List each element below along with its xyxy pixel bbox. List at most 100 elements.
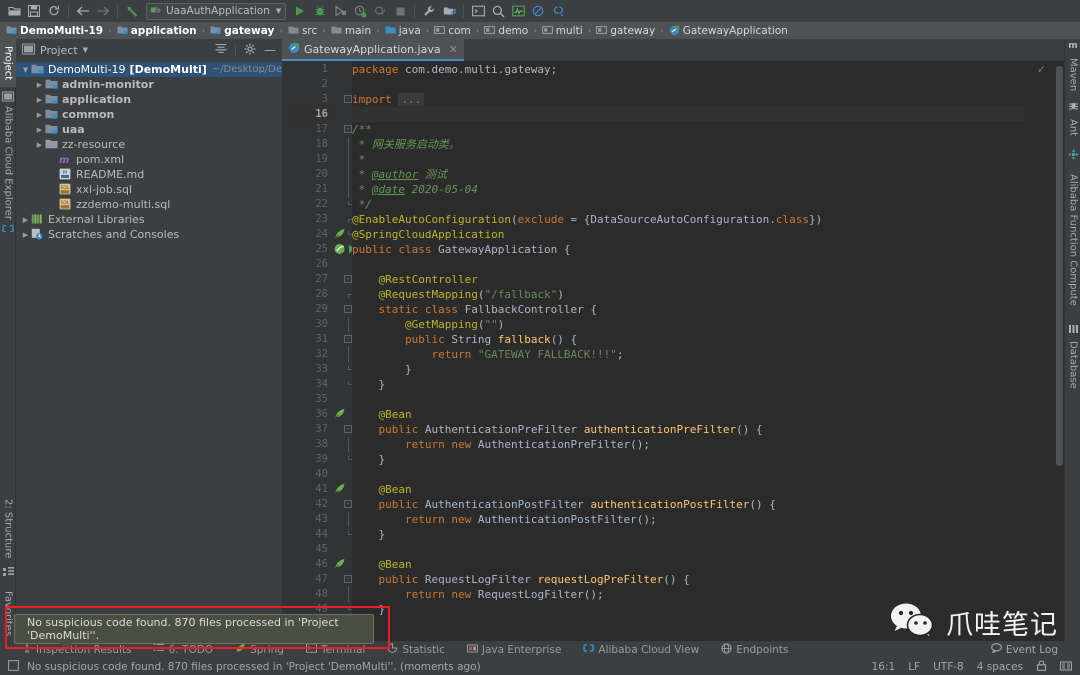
- tree-node-application[interactable]: ▶ application: [16, 92, 282, 107]
- monitor-icon[interactable]: [508, 1, 528, 21]
- code-line[interactable]: static class FallbackController {: [352, 302, 598, 317]
- file-encoding[interactable]: UTF-8: [933, 661, 964, 673]
- bottom-tab-java-enterprise[interactable]: Java Enterprise: [466, 643, 561, 656]
- sidebar-item-project[interactable]: Project: [0, 39, 16, 87]
- code-line[interactable]: public AuthenticationPostFilter authenti…: [352, 497, 776, 512]
- sidebar-item-ant[interactable]: Ant: [1065, 115, 1080, 141]
- open-folder-icon[interactable]: [4, 1, 24, 21]
- code-line[interactable]: return new AuthenticationPreFilter();: [352, 437, 650, 452]
- attach-process-icon[interactable]: [370, 1, 390, 21]
- breadcrumb-item-gateway[interactable]: gateway: [596, 25, 655, 37]
- sidebar-item-function-compute[interactable]: Alibaba Function Compute: [1065, 165, 1080, 315]
- build-icon[interactable]: [419, 1, 439, 21]
- fold-collapse-icon[interactable]: -: [344, 335, 352, 343]
- chevron-down-icon[interactable]: ▼: [276, 7, 281, 15]
- status-bar-message[interactable]: No suspicious code found. 870 files proc…: [27, 661, 481, 673]
- build-project-icon[interactable]: [439, 1, 459, 21]
- code-content[interactable]: package com.demo.multi.gateway; import ..…: [352, 61, 1024, 644]
- tree-node-scratches-and-consoles[interactable]: ▶ Scratches and Consoles: [16, 227, 282, 242]
- breadcrumb-item-src[interactable]: src: [288, 25, 317, 37]
- breadcrumb-item-demomulti-19[interactable]: DemoMulti-19: [6, 25, 103, 37]
- tree-node-demomulti-19[interactable]: ▼ DemoMulti-19[DemoMulti] ~/Desktop/DemoMu: [16, 62, 282, 77]
- gear-icon[interactable]: [244, 43, 256, 58]
- inspection-profile-icon[interactable]: [1060, 660, 1072, 674]
- code-line[interactable]: @RestController: [352, 272, 478, 287]
- collapse-all-icon[interactable]: [215, 43, 227, 57]
- fold-collapse-icon[interactable]: -: [344, 125, 352, 133]
- chevron-right-icon[interactable]: ▶: [34, 96, 45, 104]
- code-line[interactable]: @EnableAutoConfiguration(exclude = {Data…: [352, 212, 822, 227]
- breadcrumb-item-multi[interactable]: multi: [541, 25, 583, 37]
- code-line[interactable]: return new RequestLogFilter();: [352, 587, 604, 602]
- run-configuration-selector[interactable]: UaaAuthApplication ▼: [146, 2, 287, 20]
- code-line[interactable]: public AuthenticationPreFilter authentic…: [352, 422, 763, 437]
- code-editor[interactable]: 1 2 3 16 17 18 19 20 21 22 23 24 25 26 27 28 29 30 31 32 33 3…: [282, 61, 1064, 644]
- tree-node-admin-monitor[interactable]: ▶ admin-monitor: [16, 77, 282, 92]
- sidebar-item-structure[interactable]: 2: Structure: [0, 494, 16, 564]
- minimize-icon[interactable]: —: [264, 44, 276, 56]
- sidebar-item-database[interactable]: Database: [1065, 339, 1080, 391]
- sidebar-item-maven[interactable]: Maven: [1065, 55, 1080, 95]
- breadcrumb-item-application[interactable]: application: [117, 25, 197, 37]
- terminal-icon[interactable]: [468, 1, 488, 21]
- chevron-right-icon[interactable]: ▶: [34, 81, 45, 89]
- tree-node-readme-md[interactable]: M README.md: [16, 167, 282, 182]
- code-line[interactable]: return new AuthenticationPostFilter();: [352, 512, 657, 527]
- search-everywhere-icon[interactable]: [488, 1, 508, 21]
- code-line[interactable]: * 网关服务启动类。: [352, 137, 460, 152]
- fold-collapse-icon[interactable]: -: [344, 305, 352, 313]
- code-line[interactable]: }: [352, 527, 385, 542]
- spring-bean-gutter-icon[interactable]: [334, 558, 347, 571]
- code-line[interactable]: @GetMapping(""): [352, 317, 504, 332]
- link-icon[interactable]: [548, 1, 568, 21]
- chevron-right-icon[interactable]: ▶: [34, 141, 45, 149]
- code-line[interactable]: public String fallback() {: [352, 332, 577, 347]
- breadcrumb-item-com[interactable]: com: [434, 25, 471, 37]
- code-line[interactable]: @Bean: [352, 557, 412, 572]
- code-line[interactable]: public RequestLogFilter requestLogPreFil…: [352, 572, 690, 587]
- bottom-tab-alibaba-cloud-view[interactable]: Alibaba Cloud View: [583, 643, 699, 656]
- code-line[interactable]: */: [352, 197, 372, 212]
- breadcrumb-item-gatewayapplication[interactable]: GatewayApplication: [669, 25, 788, 37]
- run-icon[interactable]: [290, 1, 310, 21]
- project-tree[interactable]: ▼ DemoMulti-19[DemoMulti] ~/Desktop/DemoMu…: [16, 61, 282, 644]
- code-line[interactable]: }: [352, 452, 385, 467]
- last-edit-location-icon[interactable]: [122, 1, 142, 21]
- lock-icon[interactable]: [1036, 659, 1047, 674]
- profile-icon[interactable]: [350, 1, 370, 21]
- code-line[interactable]: * @date 2020-05-04: [352, 182, 478, 197]
- editor-tab-gateway-application[interactable]: GatewayApplication.java ✕: [282, 39, 464, 61]
- sidebar-item-alibaba-cloud-explorer[interactable]: Alibaba Cloud Explorer: [0, 106, 16, 220]
- code-line[interactable]: @RequestMapping("/fallback"): [352, 287, 564, 302]
- code-line[interactable]: import ...: [352, 92, 425, 107]
- editor-vertical-scrollbar[interactable]: [1056, 66, 1063, 466]
- tree-node-zzdemo-multi-sql[interactable]: SQL zzdemo-multi.sql: [16, 197, 282, 212]
- fold-collapse-icon[interactable]: -: [344, 575, 352, 583]
- code-line[interactable]: /**: [352, 122, 372, 137]
- code-line[interactable]: }: [352, 362, 412, 377]
- code-line[interactable]: return "GATEWAY FALLBACK!!!";: [352, 347, 623, 362]
- indent-setting[interactable]: 4 spaces: [977, 661, 1023, 673]
- stop-icon[interactable]: [390, 1, 410, 21]
- chevron-down-icon[interactable]: ▼: [83, 46, 88, 54]
- sync-icon[interactable]: [44, 1, 64, 21]
- tree-node-zz-resource[interactable]: ▶ zz-resource: [16, 137, 282, 152]
- inspection-status-icon[interactable]: ✓: [1037, 63, 1046, 76]
- fold-collapse-icon[interactable]: -: [344, 425, 352, 433]
- debug-icon[interactable]: [310, 1, 330, 21]
- mute-breakpoints-icon[interactable]: [528, 1, 548, 21]
- breadcrumb-item-main[interactable]: main: [331, 25, 371, 37]
- chevron-right-icon[interactable]: ▶: [20, 216, 31, 224]
- spring-bean-gutter-icon[interactable]: [334, 483, 347, 496]
- bottom-tab-endpoints[interactable]: Endpoints: [721, 642, 788, 657]
- notification-icon[interactable]: [8, 659, 19, 674]
- fold-collapse-icon[interactable]: -: [344, 500, 352, 508]
- chevron-right-icon[interactable]: ▶: [20, 231, 31, 239]
- chevron-right-icon[interactable]: ▶: [34, 111, 45, 119]
- breadcrumb-item-java[interactable]: java: [385, 25, 421, 37]
- code-line[interactable]: package com.demo.multi.gateway;: [352, 62, 557, 77]
- breadcrumb-item-demo[interactable]: demo: [484, 25, 528, 37]
- bottom-tab-statistic[interactable]: Statistic: [387, 643, 445, 656]
- code-line[interactable]: @Bean: [352, 407, 412, 422]
- code-line[interactable]: *: [352, 152, 366, 167]
